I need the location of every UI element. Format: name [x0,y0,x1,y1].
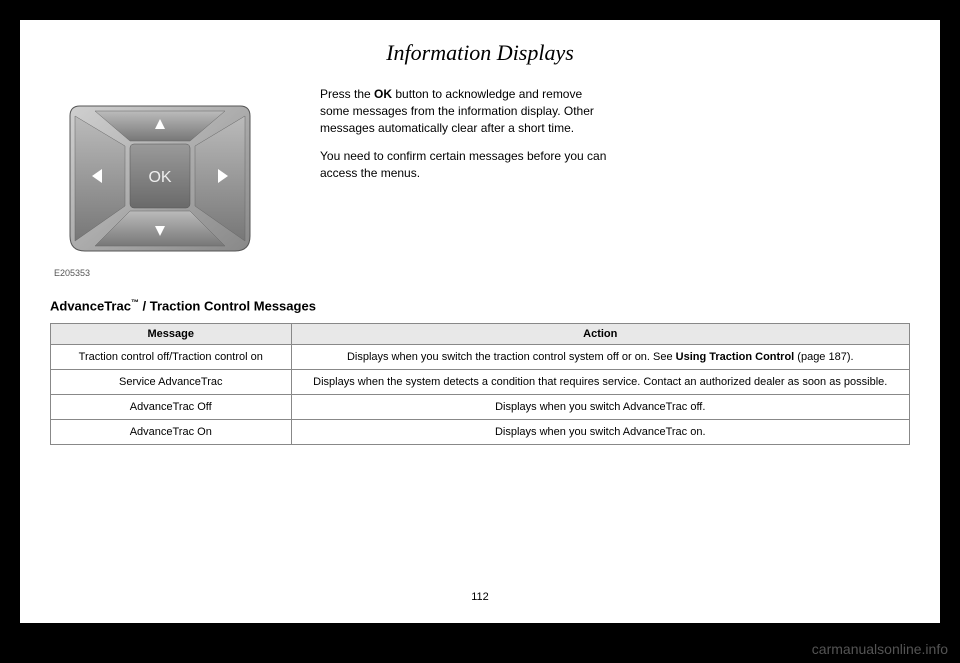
table-row: AdvanceTrac Off Displays when you switch… [51,395,910,420]
top-content-row: OK E205353 Press the OK button to acknow… [50,86,910,278]
dpad-illustration: OK [50,86,270,266]
dpad-svg: OK [50,86,270,266]
table-header-message: Message [51,324,292,345]
messages-table: Message Action Traction control off/Trac… [50,323,910,445]
section-heading: AdvanceTrac™ / Traction Control Messages [50,298,910,313]
intro-p1-bold: OK [374,87,392,101]
image-reference-label: E205353 [54,268,290,278]
page-title: Information Displays [50,40,910,66]
intro-p1-before: Press the [320,87,374,101]
heading-tm: ™ [131,298,139,307]
cell-message: AdvanceTrac Off [51,395,292,420]
cell-action: Displays when you switch AdvanceTrac on. [291,420,909,445]
table-header-action: Action [291,324,909,345]
ok-button-figure: OK E205353 [50,86,290,278]
cell-message: AdvanceTrac On [51,420,292,445]
heading-prefix: AdvanceTrac [50,298,131,313]
cell-message: Traction control off/Traction control on [51,345,292,370]
page-number: 112 [20,591,940,603]
heading-suffix: / Traction Control Messages [139,298,316,313]
watermark: carmanualsonline.info [812,641,948,657]
table-row: Service AdvanceTrac Displays when the sy… [51,370,910,395]
cell-action: Displays when the system detects a condi… [291,370,909,395]
table-row: Traction control off/Traction control on… [51,345,910,370]
cell-action: Displays when you switch AdvanceTrac off… [291,395,909,420]
intro-paragraph-2: You need to confirm certain messages bef… [320,148,610,182]
cell-message: Service AdvanceTrac [51,370,292,395]
cell-action: Displays when you switch the traction co… [291,345,909,370]
manual-page: Information Displays [20,20,940,623]
ok-button-label: OK [148,169,171,186]
intro-paragraph-1: Press the OK button to acknowledge and r… [320,86,610,136]
intro-text-block: Press the OK button to acknowledge and r… [320,86,610,278]
table-row: AdvanceTrac On Displays when you switch … [51,420,910,445]
